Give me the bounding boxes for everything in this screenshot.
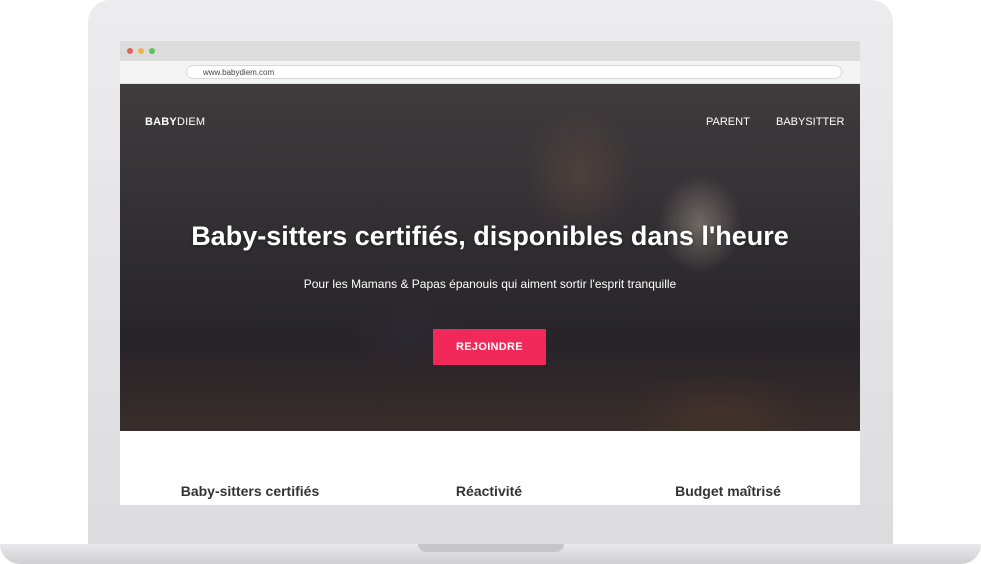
site-logo[interactable]: BABYDIEM [145,116,205,128]
feature-title-certified: Baby-sitters certifiés [180,483,320,499]
minimize-dot-icon[interactable] [138,48,144,54]
hero-background-image [120,84,860,431]
browser-toolbar: www.babydiem.com [120,61,860,84]
hero-subline: Pour les Mamans & Papas épanouis qui aim… [303,277,677,291]
logo-light-text: DIEM [176,116,206,128]
laptop-notch [418,544,564,552]
nav-link-babysitter[interactable]: BABYSITTER [776,116,844,128]
hero-headline: Baby-sitters certifiés, disponibles dans… [191,221,789,251]
hero-section: BABYDIEM PARENT BABYSITTER Baby-sitters … [120,84,860,431]
address-bar[interactable]: www.babydiem.com [186,65,842,79]
close-dot-icon[interactable] [127,48,133,54]
maximize-dot-icon[interactable] [149,48,155,54]
browser-titlebar [120,41,860,61]
features-section: Baby-sitters certifiés Réactivité Budget… [120,431,860,505]
feature-title-budget: Budget maîtrisé [675,483,781,499]
logo-bold-text: BABY [145,116,177,128]
nav-link-parent[interactable]: PARENT [706,116,750,128]
join-button[interactable]: REJOINDRE [433,329,546,365]
browser-window: www.babydiem.com BABYDIEM PARENT BABYSIT… [120,41,860,505]
feature-title-reactivity: Réactivité [455,483,523,499]
